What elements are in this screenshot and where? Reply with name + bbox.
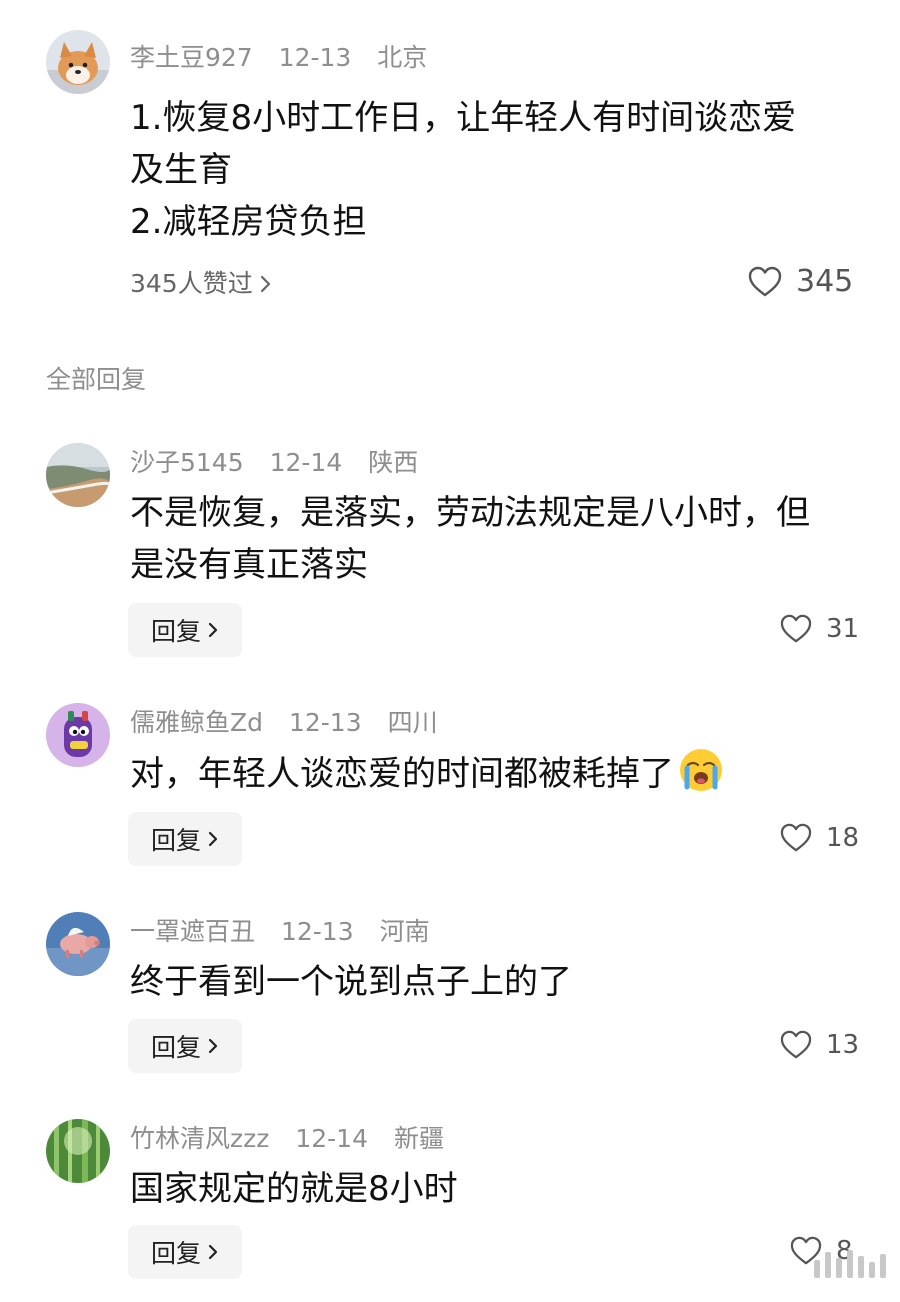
like-button[interactable]: 13: [780, 1030, 859, 1060]
likes-summary-link[interactable]: 345人赞过: [130, 268, 273, 300]
username[interactable]: 一罩遮百丑: [130, 917, 255, 946]
reply-location: 陕西: [368, 448, 419, 477]
reply-button[interactable]: 回复: [128, 1225, 242, 1279]
bamboo-forest-avatar: [46, 1119, 110, 1183]
comment-text-line: 1.恢复8小时工作日，让年轻人有时间谈恋爱: [130, 98, 797, 138]
crying-face-emoji: [678, 747, 724, 793]
reply-text: 终于看到一个说到点子上的了: [130, 956, 572, 1008]
reply-text-line: 不是恢复，是落实，劳动法规定是八小时，但: [130, 493, 810, 533]
reply-date: 12-13: [280, 917, 354, 946]
like-count: 13: [826, 1030, 860, 1060]
heart-icon: [780, 1030, 812, 1059]
username[interactable]: 儒雅鲸鱼Zd: [130, 708, 263, 737]
reply-button-label: 回复: [150, 826, 201, 855]
reply-text-line: 是没有真正落实: [130, 545, 368, 585]
reply-text: 不是恢复，是落实，劳动法规定是八小时，但 是没有真正落实: [130, 487, 810, 591]
like-button[interactable]: 345: [748, 264, 853, 299]
reply-button-label: 回复: [150, 1033, 201, 1062]
reply-button-label: 回复: [150, 617, 201, 646]
chevron-right-icon: [208, 1244, 218, 1260]
reply-meta: 儒雅鲸鱼Zd 12-13 四川: [130, 708, 456, 738]
reply-text-line: 国家规定的就是8小时: [130, 1169, 458, 1209]
all-replies-title: 全部回复: [46, 365, 147, 394]
reply-date: 12-14: [295, 1124, 368, 1153]
reply-date: 12-14: [269, 448, 343, 477]
reply-text: 对，年轻人谈恋爱的时间都被耗掉了: [130, 747, 724, 800]
reply-location: 四川: [387, 708, 438, 737]
reply-button[interactable]: 回复: [128, 603, 242, 657]
reply-date: 12-13: [288, 708, 362, 737]
comment-text-line: 2.减轻房贷负担: [130, 202, 367, 242]
likes-summary-text: 345人赞过: [130, 269, 253, 298]
reply-button[interactable]: 回复: [128, 812, 242, 866]
avatar[interactable]: [46, 703, 110, 767]
reply-text-line: 终于看到一个说到点子上的了: [130, 962, 572, 1002]
chevron-right-icon: [208, 622, 218, 638]
chevron-right-icon: [208, 1038, 218, 1054]
reply-location: 河南: [379, 917, 430, 946]
reply-text-span: 对，年轻人谈恋爱的时间都被耗掉了: [130, 754, 674, 794]
reply-text-line: 对，年轻人谈恋爱的时间都被耗掉了: [130, 747, 724, 800]
like-count: 345: [796, 264, 854, 299]
like-button[interactable]: 18: [780, 823, 859, 853]
avatar[interactable]: [46, 30, 110, 94]
beach-avatar: [46, 443, 110, 507]
reply-button-label: 回复: [150, 1239, 201, 1268]
reply-meta: 竹林清风zzz 12-14 新疆: [130, 1124, 462, 1154]
heart-icon: [780, 614, 812, 643]
comment-meta: 李土豆927 12-13 北京: [130, 43, 445, 73]
heart-icon: [780, 823, 812, 852]
username[interactable]: 竹林清风zzz: [130, 1124, 269, 1153]
like-count: 18: [826, 823, 860, 853]
purple-cartoon-avatar: [46, 703, 110, 767]
chevron-right-icon: [260, 275, 270, 293]
reply-text: 国家规定的就是8小时: [130, 1163, 458, 1215]
reply-button[interactable]: 回复: [128, 1019, 242, 1073]
flying-pig-avatar: [46, 912, 110, 976]
username[interactable]: 沙子5145: [130, 448, 244, 477]
reply-meta: 沙子5145 12-14 陕西: [130, 448, 436, 478]
like-count: 31: [826, 614, 860, 644]
comment-text-line: 及生育: [130, 150, 232, 190]
shiba-dog-avatar: [46, 30, 110, 94]
avatar[interactable]: [46, 1119, 110, 1183]
reply-location: 新疆: [393, 1124, 444, 1153]
username[interactable]: 李土豆927: [130, 43, 253, 72]
reply-meta: 一罩遮百丑 12-13 河南: [130, 917, 448, 947]
avatar[interactable]: [46, 443, 110, 507]
avatar[interactable]: [46, 912, 110, 976]
like-button[interactable]: 31: [780, 614, 859, 644]
heart-icon: [748, 266, 782, 296]
chevron-right-icon: [208, 831, 218, 847]
watermark-bars-icon: [814, 1250, 886, 1278]
comment-date: 12-13: [278, 43, 352, 72]
comment-location: 北京: [377, 43, 428, 72]
comment-text: 1.恢复8小时工作日，让年轻人有时间谈恋爱 及生育 2.减轻房贷负担: [130, 92, 796, 248]
